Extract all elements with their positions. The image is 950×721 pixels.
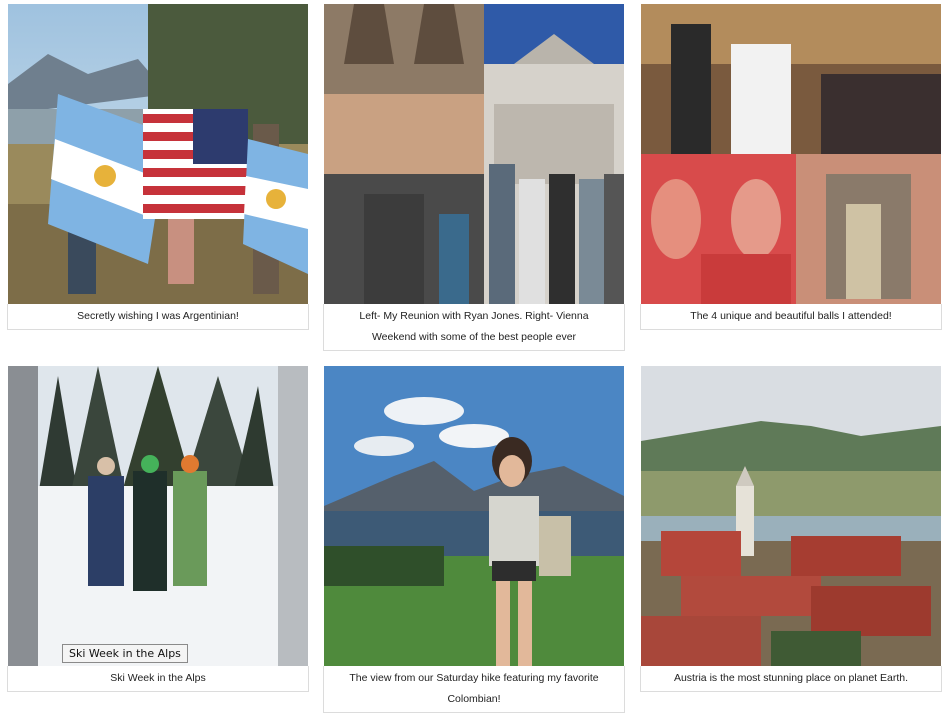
gallery-card-2[interactable]: Left- My Reunion with Ryan Jones. Right-…: [323, 4, 625, 351]
gallery-card-1[interactable]: Secretly wishing I was Argentinian!: [7, 4, 309, 330]
balls-photo-illustration: [641, 4, 941, 304]
gallery-card-3[interactable]: The 4 unique and beautiful balls I atten…: [640, 4, 942, 330]
ski-group-photo[interactable]: Ski Week in the Alps: [8, 366, 308, 666]
ski-photo-tooltip: Ski Week in the Alps: [62, 644, 188, 663]
gallery-caption-4: Ski Week in the Alps: [7, 666, 309, 692]
gallery-caption-2: Left- My Reunion with Ryan Jones. Right-…: [323, 304, 625, 351]
gallery-card-6[interactable]: Austria is the most stunning place on pl…: [640, 366, 942, 692]
prague-vienna-collage-photo[interactable]: [324, 4, 624, 304]
lake-hike-photo[interactable]: [324, 366, 624, 666]
balls-collage-photo[interactable]: [641, 4, 941, 304]
gallery-card-5[interactable]: The view from our Saturday hike featurin…: [323, 366, 625, 713]
gallery-caption-5: The view from our Saturday hike featurin…: [323, 666, 625, 713]
gallery-caption-1: Secretly wishing I was Argentinian!: [7, 304, 309, 330]
lake-photo-illustration: [324, 366, 624, 666]
gallery-caption-6: Austria is the most stunning place on pl…: [640, 666, 942, 692]
austria-photo-illustration: [641, 366, 941, 666]
friends-with-flags-photo[interactable]: [8, 4, 308, 304]
flags-photo-illustration: [8, 4, 308, 304]
ski-photo-illustration: [8, 366, 308, 666]
austria-village-river-photo[interactable]: [641, 366, 941, 666]
gallery-caption-3: The 4 unique and beautiful balls I atten…: [640, 304, 942, 330]
collage-photo-illustration: [324, 4, 624, 304]
gallery-card-4[interactable]: Ski Week in the Alps Ski Week in the Alp…: [7, 366, 309, 692]
